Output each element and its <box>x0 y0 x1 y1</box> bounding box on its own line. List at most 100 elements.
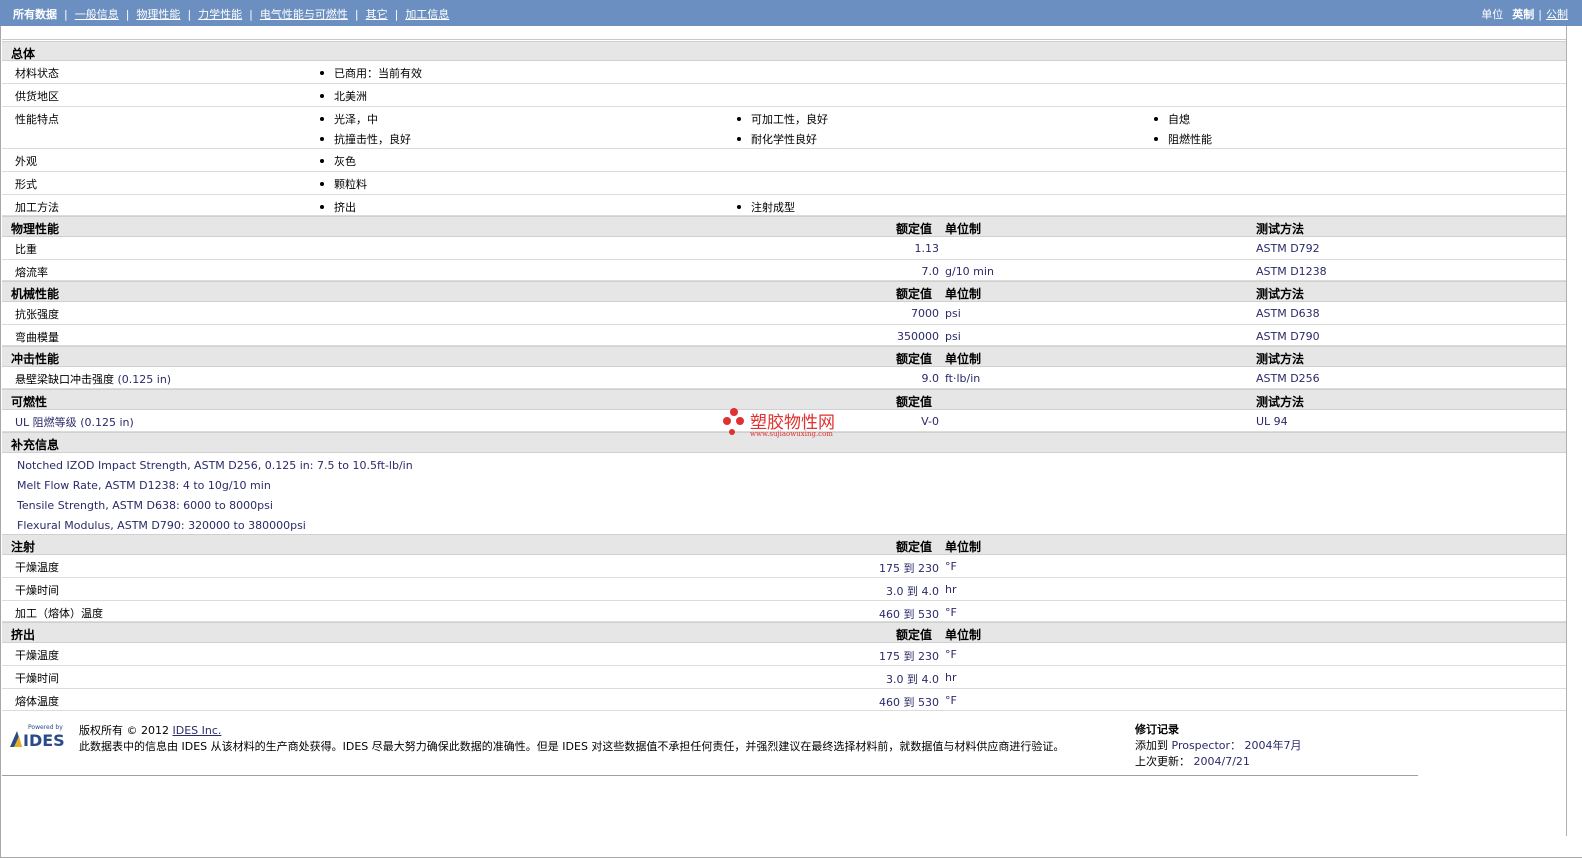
row-label: 熔流率 <box>15 266 48 279</box>
right-divider <box>1566 26 1567 836</box>
row-label: 性能特点 <box>15 113 59 126</box>
section-impact: 冲击性能 额定值 单位制 测试方法 <box>2 346 1566 367</box>
nav-other[interactable]: 其它 <box>366 6 388 22</box>
copyright-line: 版权所有 © 2012 IDES Inc. <box>79 722 221 738</box>
bullet-item: 北美洲 <box>320 88 367 104</box>
added-source: Prospector： <box>1171 739 1242 752</box>
bullet-dot <box>737 117 741 121</box>
copyright-text: 版权所有 © 2012 <box>79 724 169 737</box>
row-label: 抗张强度 <box>15 308 59 321</box>
nav-separator: | <box>1538 7 1542 21</box>
nav-processing[interactable]: 加工信息 <box>405 6 449 22</box>
row-test-method: ASTM D256 <box>1256 372 1320 385</box>
revision-added: 添加到 Prospector： 2004年7月 <box>1135 737 1302 753</box>
bullet-item: 颗粒料 <box>320 176 367 192</box>
nav-separator: | <box>64 7 68 21</box>
header-nominal: 额定值 <box>896 222 933 236</box>
row-form: 形式 颗粒料 <box>2 172 1566 195</box>
bullet-text: 颗粒料 <box>334 178 367 191</box>
section-title: 机械性能 <box>11 287 60 301</box>
supplemental-line: Tensile Strength, ASTM D638: 6000 to 800… <box>17 499 273 512</box>
row-unit: °F <box>945 648 957 661</box>
unit-metric[interactable]: 公制 <box>1546 6 1568 22</box>
watermark-url: www.sujiaowuxing.com <box>750 430 833 438</box>
row-test-method: UL 94 <box>1256 415 1288 428</box>
row-value: 7000 <box>911 307 939 320</box>
row-label: 材料状态 <box>15 67 59 80</box>
section-physical: 物理性能 额定值 单位制 测试方法 <box>2 216 1566 237</box>
row-unit: g/10 min <box>945 265 994 278</box>
row-appearance: 外观 灰色 <box>2 149 1566 172</box>
footer-divider <box>2 775 1418 776</box>
header-nominal: 额定值 <box>896 540 933 554</box>
bullet-text: 挤出 <box>334 201 356 214</box>
bullet-item: 阻燃性能 <box>1154 131 1212 147</box>
bullet-dot <box>320 94 324 98</box>
section-injection: 注射 额定值 单位制 <box>2 534 1566 555</box>
updated-label: 上次更新： <box>1135 755 1190 768</box>
section-title: 总体 <box>11 47 36 61</box>
bullet-text: 抗撞击性，良好 <box>334 133 411 146</box>
row-value: 3.0 到 4.0 <box>886 673 939 686</box>
row-extrusion-dry-time: 干燥时间 3.0 到 4.0 hr <box>2 666 1566 689</box>
row-value: 175 到 230 <box>879 650 939 663</box>
nav-electrical[interactable]: 电气性能与可燃性 <box>260 6 348 22</box>
row-supply-region: 供货地区 北美洲 <box>2 84 1566 107</box>
section-title: 补充信息 <box>11 438 60 452</box>
nav-separator: | <box>249 7 253 21</box>
bullet-item: 已商用：当前有效 <box>320 65 422 81</box>
section-title: 挤出 <box>11 628 36 642</box>
bullet-dot <box>320 117 324 121</box>
bullet-text: 阻燃性能 <box>1168 133 1212 146</box>
bullet-item: 挤出 <box>320 199 356 215</box>
header-test-method: 测试方法 <box>1256 352 1305 366</box>
section-title: 物理性能 <box>11 222 60 236</box>
row-label-text: UL 阻燃等级 <box>15 416 77 429</box>
bullet-item: 灰色 <box>320 153 356 169</box>
row-label: 供货地区 <box>15 90 59 103</box>
row-extrusion-dry-temp: 干燥温度 175 到 230 °F <box>2 643 1566 666</box>
unit-english[interactable]: 英制 <box>1512 6 1534 22</box>
bullet-dot <box>320 71 324 75</box>
row-test-method: ASTM D638 <box>1256 307 1320 320</box>
nav-all-data[interactable]: 所有数据 <box>13 6 57 22</box>
row-label: 比重 <box>15 243 37 256</box>
row-value: 7.0 <box>921 265 940 278</box>
row-flexural-modulus: 弯曲模量 350000 psi ASTM D790 <box>2 325 1566 346</box>
bullet-text: 灰色 <box>334 155 356 168</box>
bullet-dot <box>320 182 324 186</box>
row-label: 加工（熔体）温度 <box>15 607 103 620</box>
header-nominal: 额定值 <box>896 395 933 409</box>
section-title: 冲击性能 <box>11 352 60 366</box>
row-test-method: ASTM D792 <box>1256 242 1320 255</box>
row-value: V-0 <box>921 415 939 428</box>
bullet-item: 光泽，中 <box>320 111 378 127</box>
revision-updated: 上次更新： 2004/7/21 <box>1135 753 1250 769</box>
nav-mechanical[interactable]: 力学性能 <box>198 6 242 22</box>
supplemental-block: Notched IZOD Impact Strength, ASTM D256,… <box>2 453 1566 534</box>
ides-link[interactable]: IDES Inc. <box>173 724 222 737</box>
row-test-method: ASTM D790 <box>1256 330 1320 343</box>
row-label: 弯曲模量 <box>15 331 59 344</box>
nav-tabs: 所有数据 | 一般信息 | 物理性能 | 力学性能 | 电气性能与可燃性 | 其… <box>13 6 449 22</box>
supplemental-line: Melt Flow Rate, ASTM D1238: 4 to 10g/10 … <box>17 479 271 492</box>
row-unit: hr <box>945 583 957 596</box>
nav-general-info[interactable]: 一般信息 <box>75 6 119 22</box>
row-condition: (0.125 in) <box>80 416 134 429</box>
row-condition: (0.125 in) <box>117 373 172 386</box>
row-features: 性能特点 光泽，中 可加工性，良好 自熄 抗撞击性，良好 耐化学性良好 阻燃性能 <box>2 107 1566 149</box>
row-injection-dry-temp: 干燥温度 175 到 230 °F <box>2 555 1566 578</box>
bullet-dot <box>320 137 324 141</box>
bullet-item: 可加工性，良好 <box>737 111 828 127</box>
row-label: 干燥温度 <box>15 649 59 662</box>
row-value: 1.13 <box>914 242 940 255</box>
row-value: 460 到 530 <box>879 696 939 709</box>
row-material-status: 材料状态 已商用：当前有效 <box>2 61 1566 84</box>
row-label-text: 悬壁梁缺口冲击强度 <box>15 373 114 386</box>
row-unit: °F <box>945 560 957 573</box>
nav-physical[interactable]: 物理性能 <box>136 6 180 22</box>
ides-logo: Powered by IDES <box>10 724 65 749</box>
section-general: 总体 <box>2 41 1566 61</box>
added-label: 添加到 <box>1135 739 1168 752</box>
header-unit: 单位制 <box>945 287 982 301</box>
